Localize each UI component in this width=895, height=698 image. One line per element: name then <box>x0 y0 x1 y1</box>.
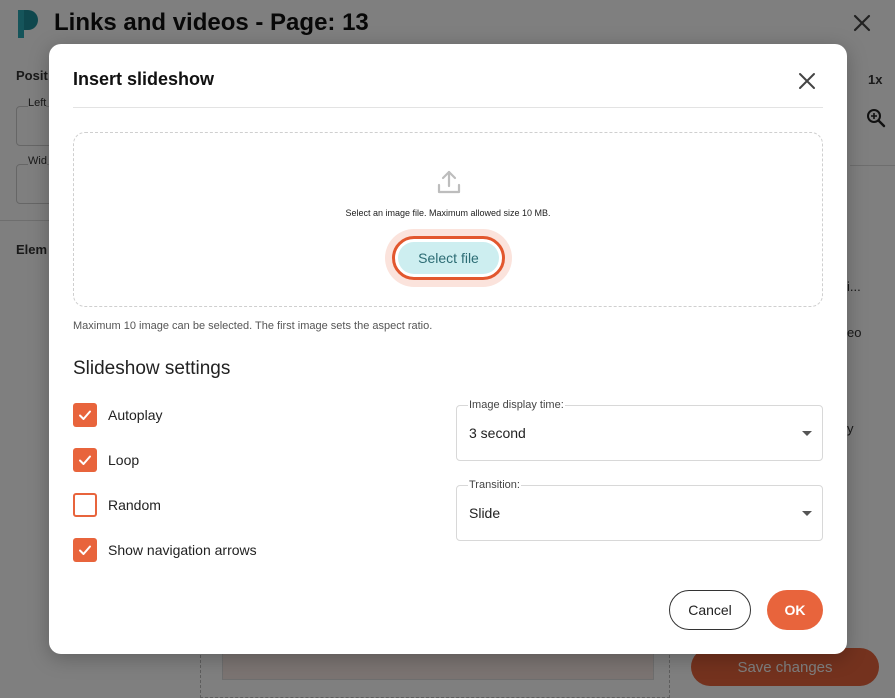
random-checkbox[interactable]: Random <box>73 493 161 517</box>
image-display-time-label: Image display time: <box>468 399 565 411</box>
close-icon[interactable] <box>798 72 816 90</box>
caret-down-icon <box>802 431 812 436</box>
checkbox-checked-icon[interactable] <box>73 403 97 427</box>
loop-label: Loop <box>108 452 140 468</box>
show-navigation-arrows-checkbox[interactable]: Show navigation arrows <box>73 538 257 562</box>
slideshow-settings-heading: Slideshow settings <box>73 358 231 379</box>
select-file-label: Select file <box>398 242 499 274</box>
file-dropzone[interactable]: Select an image file. Maximum allowed si… <box>73 132 823 307</box>
insert-slideshow-dialog: Insert slideshow Select an image file. M… <box>49 44 847 654</box>
image-display-time-select[interactable]: Image display time: 3 second <box>456 399 823 461</box>
loop-checkbox[interactable]: Loop <box>73 448 139 472</box>
transition-label: Transition: <box>468 479 521 491</box>
dialog-divider <box>73 107 823 108</box>
cancel-button[interactable]: Cancel <box>669 590 751 630</box>
max-images-note: Maximum 10 image can be selected. The fi… <box>73 320 433 332</box>
autoplay-label: Autoplay <box>108 407 163 423</box>
show-navigation-arrows-label: Show navigation arrows <box>108 542 257 558</box>
ok-button[interactable]: OK <box>767 590 823 630</box>
checkbox-checked-icon[interactable] <box>73 448 97 472</box>
random-label: Random <box>108 497 161 513</box>
select-file-button[interactable]: Select file <box>392 236 505 280</box>
image-display-time-value: 3 second <box>469 425 526 441</box>
caret-down-icon <box>802 511 812 516</box>
upload-icon <box>437 170 461 194</box>
dialog-title: Insert slideshow <box>73 69 215 89</box>
checkbox-checked-icon[interactable] <box>73 538 97 562</box>
checkbox-unchecked-icon[interactable] <box>73 493 97 517</box>
autoplay-checkbox[interactable]: Autoplay <box>73 403 162 427</box>
transition-select[interactable]: Transition: Slide <box>456 479 823 541</box>
dropzone-hint: Select an image file. Maximum allowed si… <box>345 208 551 218</box>
transition-value: Slide <box>469 505 501 521</box>
